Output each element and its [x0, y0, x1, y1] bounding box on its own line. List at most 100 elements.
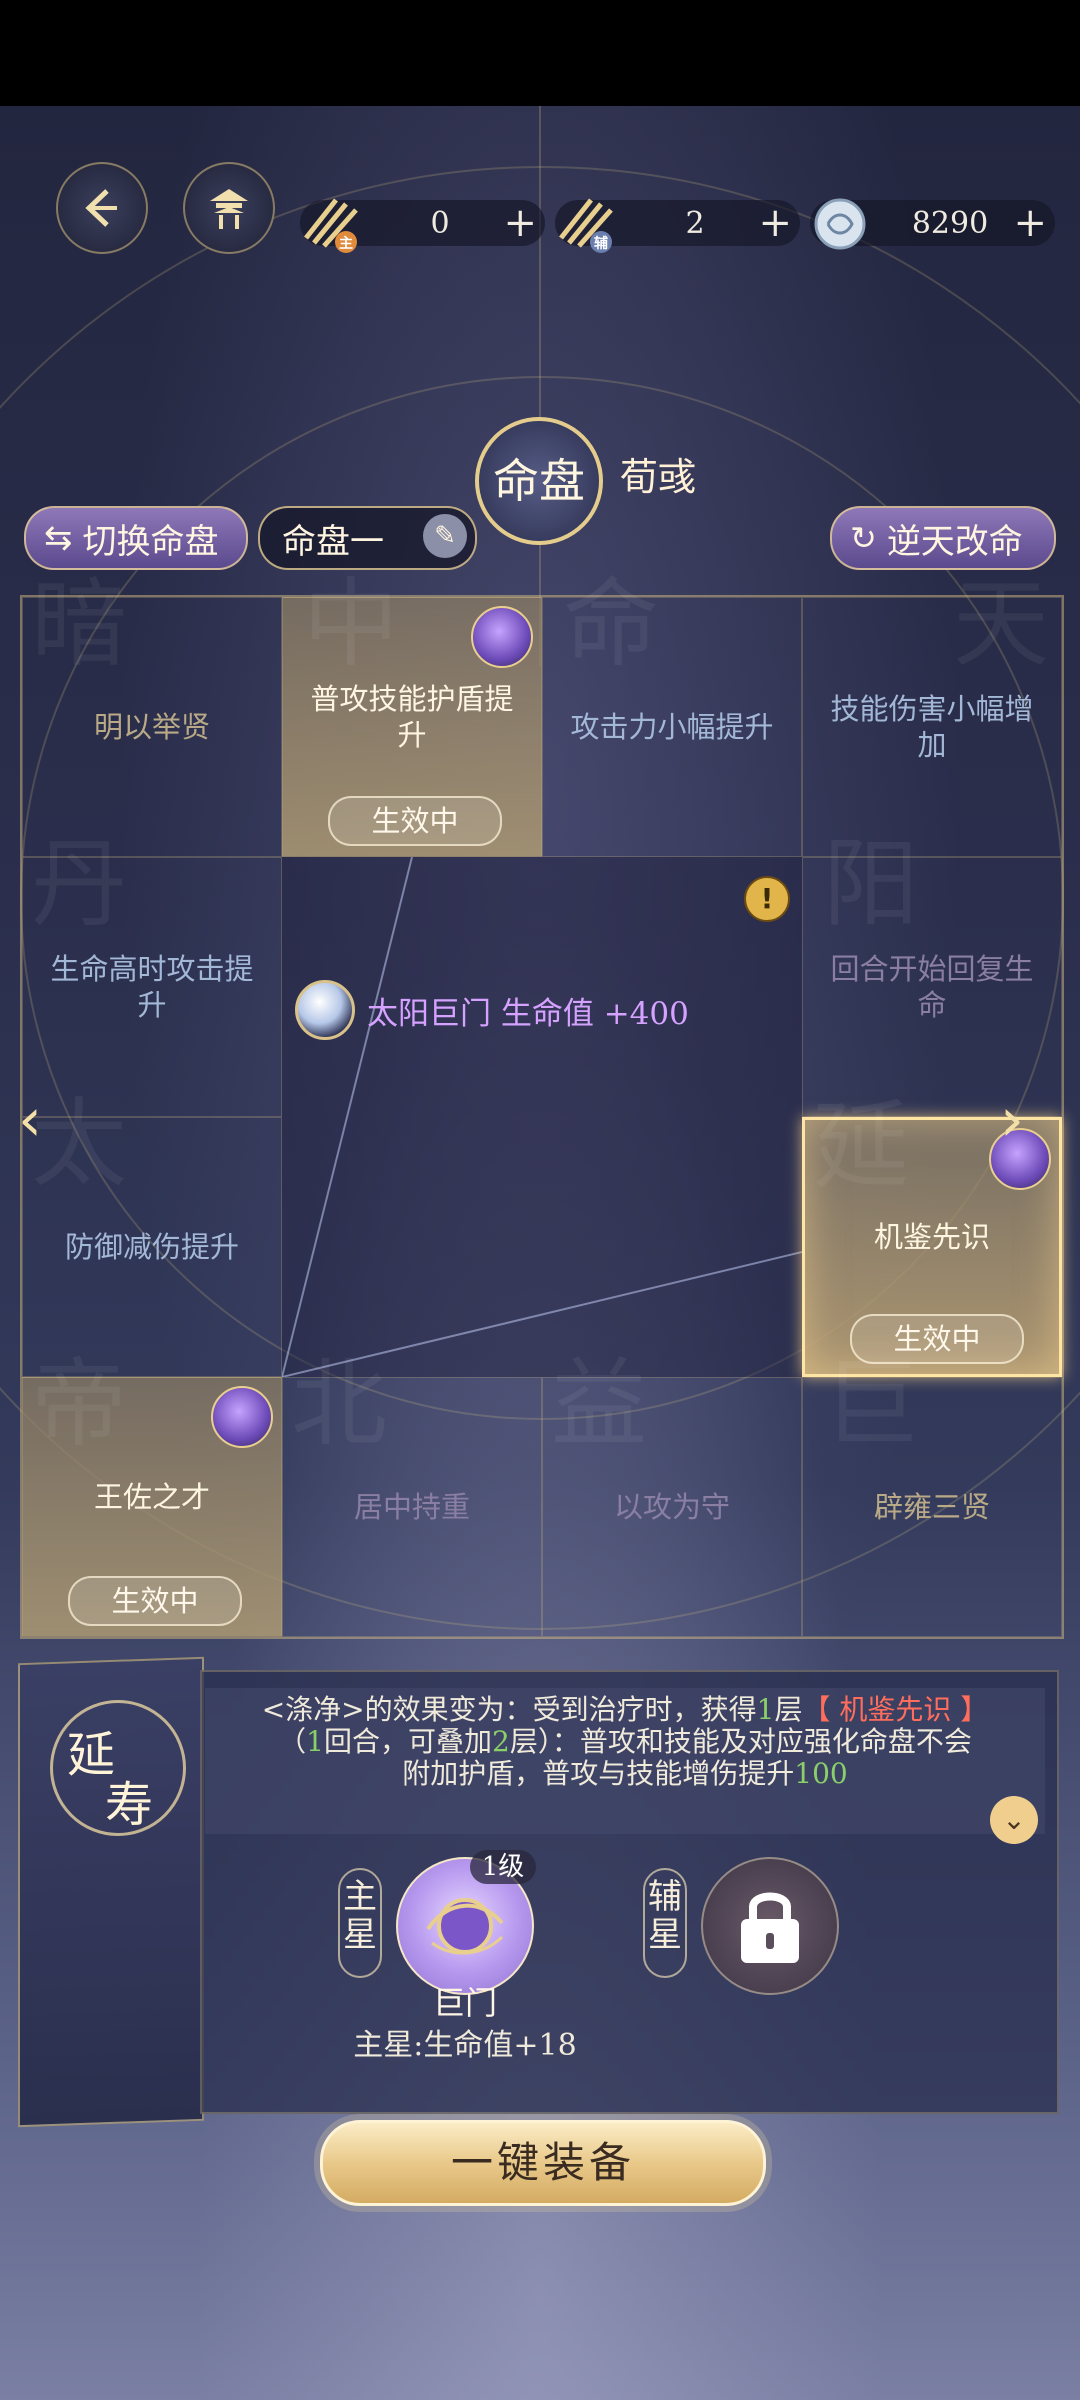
cell-label: 王佐之才 [93, 1480, 210, 1514]
grid-cell-11[interactable]: 益 以攻为守 [542, 1348, 802, 1637]
cell-watermark: 延 [813, 1090, 909, 1202]
cell-label: 以攻为守 [613, 1490, 730, 1524]
aux-star-add-button[interactable]: + [758, 200, 792, 246]
silver-add-button[interactable]: + [1013, 200, 1047, 246]
desc-text: 层）：普攻和技能及对应强化命盘不会 [509, 1725, 972, 1758]
grid-cell-3[interactable]: 命 攻击力小幅提升 [542, 568, 802, 857]
cell-watermark: 帝 [31, 1348, 127, 1460]
aux-star-slot-locked[interactable] [701, 1857, 839, 1995]
astrolabe-axis [539, 106, 541, 666]
active-badge: 生效中 [328, 796, 502, 846]
destiny-emblem: 命盘 [475, 417, 603, 545]
desc-number: 2 [492, 1725, 510, 1758]
currency-silver: 8290 + [810, 198, 1055, 250]
star-bonus: 主星:生命值+18 [353, 2028, 577, 2063]
title-char-bottom: 寿 [105, 1777, 154, 1833]
desc-text: 回合，可叠加 [323, 1725, 492, 1758]
desc-text: 层 [774, 1693, 803, 1726]
defy-fate-button[interactable]: ↻ 逆天改命 [830, 506, 1056, 570]
switch-plate-button[interactable]: ⇆ 切换命盘 [24, 506, 248, 570]
cell-label: 居中持重 [353, 1490, 470, 1524]
star-gem-icon [211, 1386, 273, 1448]
desc-line-2: （1回合，可叠加2层）：普攻和技能及对应强化命盘不会 [205, 1726, 1045, 1758]
aux-star-tag: 辅星 [643, 1868, 687, 1978]
star-name: 巨门 [432, 1984, 497, 2022]
cycle-icon: ↻ [850, 519, 877, 557]
desc-number: 1 [756, 1693, 775, 1726]
center-star-text: 太阳巨门 生命值 +400 [367, 995, 689, 1032]
cell-watermark: 天 [953, 568, 1049, 680]
cell-watermark: 巨 [823, 1348, 919, 1460]
fate-title-seal: 延 寿 [50, 1700, 186, 1836]
grid-cell-4[interactable]: 天 技能伤害小幅增加 [802, 568, 1062, 857]
star-link-lines [282, 857, 802, 1377]
currency-main-star: 主 0 + [300, 198, 545, 253]
desc-line-3: 附加护盾，普攻与技能增伤提升100 [205, 1758, 1045, 1790]
desc-text: （ [278, 1725, 307, 1758]
back-arrow-icon [85, 189, 117, 227]
cell-label: 回合开始回复生命 [830, 952, 1034, 1022]
grid-cell-7[interactable]: 太 防御减伤提升 [22, 1096, 282, 1377]
desc-number: 1 [306, 1725, 324, 1758]
back-button[interactable] [56, 162, 148, 254]
current-plate-label: 命盘一 [282, 521, 384, 562]
main-star-token-icon: 主 [296, 188, 366, 258]
cell-watermark: 丹 [31, 828, 127, 940]
aux-star-badge: 辅 [594, 235, 608, 252]
star-gem-icon [471, 606, 533, 668]
grid-cell-5[interactable]: 丹 生命高时攻击提升 [22, 828, 282, 1117]
main-star-tag: 主星 [338, 1868, 382, 1978]
alert-icon[interactable]: ! [744, 876, 790, 922]
pavilion-button[interactable] [183, 162, 275, 254]
mirror-orb-icon [295, 980, 355, 1040]
cell-label: 普攻技能护盾提升 [310, 682, 514, 752]
cell-label: 辟雍三贤 [873, 1490, 990, 1524]
grid-cell-12[interactable]: 巨 辟雍三贤 [802, 1348, 1062, 1637]
main-star-badge: 主 [339, 235, 353, 252]
center-star-info: 太阳巨门 生命值 +400 [295, 980, 689, 1040]
desc-buff-tag: 【 机鉴先识 】 [802, 1693, 989, 1726]
lock-icon [741, 1892, 799, 1963]
hero-name: 荀彧 [620, 455, 697, 499]
defy-fate-label: 逆天改命 [886, 521, 1023, 562]
currency-aux-star: 辅 2 + [555, 198, 800, 253]
cell-watermark: 暗 [31, 568, 127, 680]
cell-label: 生命高时攻击提升 [50, 952, 254, 1022]
cell-label: 明以举贤 [93, 710, 210, 744]
grid-cell-8-selected[interactable]: 延 机鉴先识 生效中 [802, 1090, 1062, 1377]
cell-watermark: 阳 [823, 828, 919, 940]
next-arrow-icon[interactable]: › [1000, 1090, 1064, 1150]
main-star-count: 0 [430, 205, 450, 241]
cell-watermark: 中 [303, 568, 399, 680]
aux-star-token-icon: 辅 [551, 188, 621, 258]
desc-line-1: <涤净>的效果变为：受到治疗时，获得1层【 机鉴先识 】 [205, 1694, 1045, 1726]
aux-star-count: 2 [685, 205, 705, 241]
desc-text: <涤净>的效果变为：受到治疗时，获得 [261, 1693, 757, 1726]
destiny-grid: 暗 明以举贤 中 普攻技能护盾提升 生效中 命 攻击力小幅提升 天 技能伤害小幅… [20, 568, 1064, 1639]
cell-watermark: 命 [563, 568, 659, 680]
grid-cell-2[interactable]: 中 普攻技能护盾提升 生效中 [282, 568, 542, 857]
grid-cell-6[interactable]: 阳 回合开始回复生命 [802, 828, 1062, 1117]
plate-selector[interactable]: 命盘一 ✎ [258, 506, 477, 570]
one-click-equip-button[interactable]: 一键装备 [320, 2120, 766, 2206]
grid-cell-10[interactable]: 北 居中持重 [282, 1356, 542, 1637]
main-star-add-button[interactable]: + [503, 200, 537, 246]
cell-watermark: 益 [551, 1348, 647, 1460]
active-badge: 生效中 [68, 1576, 242, 1626]
grid-cell-1[interactable]: 暗 明以举贤 [22, 568, 282, 857]
desc-text: 附加护盾，普攻与技能增伤提升 [402, 1757, 795, 1790]
cell-label: 技能伤害小幅增加 [830, 692, 1034, 762]
expand-chevron-icon[interactable]: ⌄ [990, 1796, 1038, 1844]
cell-label: 攻击力小幅提升 [570, 710, 774, 744]
grid-center-area [282, 857, 802, 1377]
cell-label: 机鉴先识 [873, 1220, 990, 1254]
star-level-badge: 1级 [470, 1850, 536, 1884]
prev-arrow-icon[interactable]: ‹ [18, 1090, 82, 1150]
silver-coin-icon [812, 196, 882, 266]
cell-label: 防御减伤提升 [64, 1230, 239, 1264]
swap-icon: ⇆ [44, 518, 73, 558]
rename-brush-icon[interactable]: ✎ [423, 514, 467, 558]
grid-cell-9[interactable]: 帝 王佐之才 生效中 [22, 1348, 282, 1637]
pavilion-icon [210, 189, 248, 229]
desc-number: 100 [794, 1757, 848, 1790]
